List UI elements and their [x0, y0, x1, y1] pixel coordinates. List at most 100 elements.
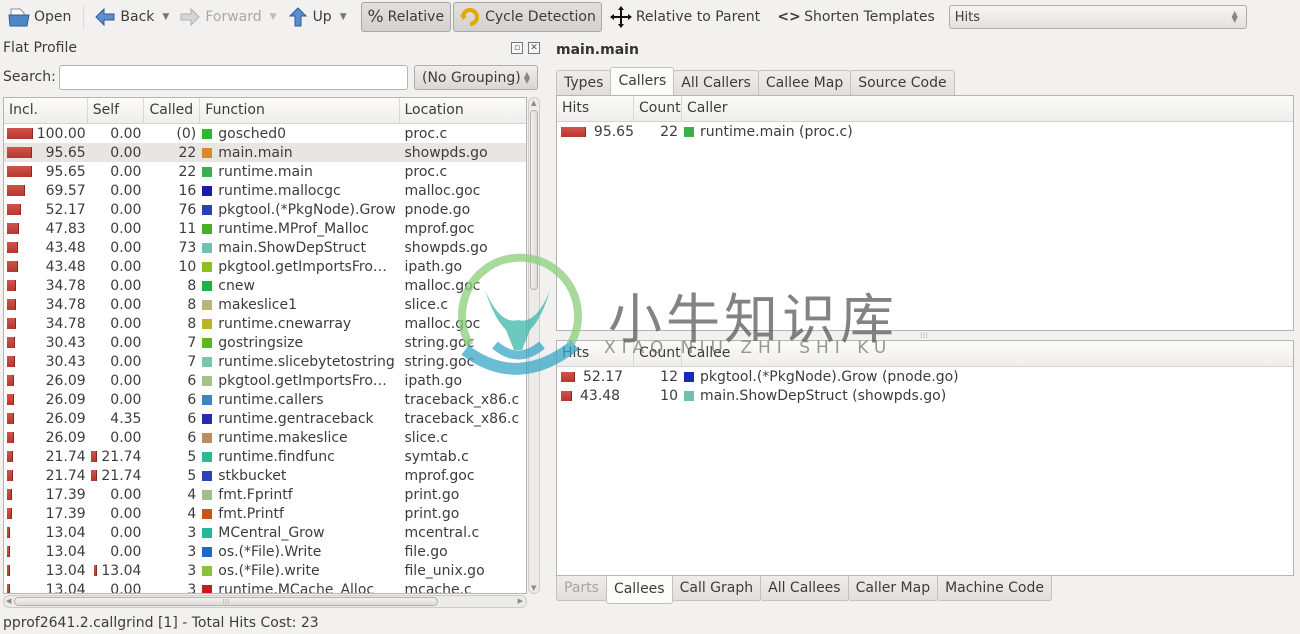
table-row[interactable]: 13.04 13.04 3 os.(*File).write file_unix.go — [4, 561, 526, 580]
column-header-called[interactable]: Called — [144, 98, 201, 123]
scroll-up-icon[interactable]: ▲ — [531, 99, 536, 107]
column-header-function[interactable]: Function — [200, 98, 400, 123]
event-type-select[interactable]: Hits ▲ ▼ — [948, 5, 1247, 29]
column-header-incl[interactable]: Incl. — [4, 98, 88, 123]
relative-to-parent-button[interactable]: Relative to Parent — [606, 3, 764, 31]
tab-all-callees[interactable]: All Callees — [760, 576, 849, 601]
table-row[interactable]: 17.39 0.00 4 fmt.Printf print.go — [4, 504, 526, 523]
self-value: 0.00 — [110, 296, 142, 313]
back-arrow-icon — [94, 6, 116, 28]
scrollbar-thumb[interactable]: ⁞⁞⁞ — [14, 597, 438, 606]
table-row[interactable]: 13.04 0.00 3 MCentral_Grow mcentral.c — [4, 523, 526, 542]
table-row[interactable]: 69.57 0.00 16 runtime.mallocgc malloc.goc — [4, 181, 526, 200]
incl-value: 13.04 — [45, 562, 86, 579]
called-value: 10 — [178, 258, 197, 275]
self-cost-bar — [91, 451, 98, 462]
incl-value: 69.57 — [45, 182, 86, 199]
table-row[interactable]: 43.48 0.00 10 pkgtool.getImportsFro… ipath.g… — [4, 257, 526, 276]
function-cell: stkbucket — [200, 468, 399, 484]
called-value: (0) — [176, 125, 197, 142]
splitter-handle[interactable]: ⁞⁞⁞ — [920, 331, 928, 340]
self-value: 0.00 — [110, 505, 142, 522]
table-row[interactable]: 30.43 0.00 7 gostringsize string.goc — [4, 333, 526, 352]
scroll-right-icon[interactable]: ▶ — [518, 597, 523, 605]
table-row[interactable]: 26.09 4.35 6 runtime.gentraceback traceback_… — [4, 409, 526, 428]
self-value: 0.00 — [110, 201, 142, 218]
relative-toggle[interactable]: % Relative — [360, 2, 452, 32]
table-row[interactable]: 47.83 0.00 11 runtime.MProf_Malloc mprof.goc — [4, 219, 526, 238]
float-dock-icon[interactable]: ▫ — [511, 42, 523, 54]
callee-row[interactable]: 52.17 12 pkgtool.(*PkgNode).Grow (pnode.go… — [557, 367, 1293, 386]
cost-bar — [561, 390, 572, 401]
self-cell: 0.00 — [88, 316, 145, 332]
table-row[interactable]: 17.39 0.00 4 fmt.Fprintf print.go — [4, 485, 526, 504]
back-history-dropdown[interactable]: ▼ — [162, 12, 169, 22]
forward-button[interactable]: Forward — [175, 3, 265, 31]
up-button[interactable]: Up — [283, 3, 336, 31]
column-header-self[interactable]: Self — [88, 98, 145, 123]
scrollbar-thumb[interactable] — [530, 110, 538, 290]
tab-types[interactable]: Types — [556, 70, 612, 95]
table-row[interactable]: 26.09 0.00 6 runtime.makeslice slice.c — [4, 428, 526, 447]
cycle-detection-toggle[interactable]: Cycle Detection — [453, 2, 602, 32]
table-row[interactable]: 26.09 0.00 6 runtime.callers traceback_x86.c — [4, 390, 526, 409]
search-input[interactable] — [59, 65, 408, 90]
incl-value: 34.78 — [45, 277, 86, 294]
column-header-count[interactable]: Count — [634, 341, 682, 366]
table-row[interactable]: 21.74 21.74 5 runtime.findfunc symtab.c — [4, 447, 526, 466]
table-row[interactable]: 34.78 0.00 8 cnew malloc.goc — [4, 276, 526, 295]
open-button[interactable]: Open — [4, 3, 75, 31]
table-row[interactable]: 95.65 0.00 22 main.main showpds.go — [4, 143, 526, 162]
table-row[interactable]: 100.00 0.00 (0) gosched0 proc.c — [4, 124, 526, 143]
column-header-hits[interactable]: Hits — [557, 341, 634, 366]
forward-history-dropdown[interactable]: ▼ — [270, 12, 277, 22]
back-button[interactable]: Back — [94, 3, 158, 31]
table-row[interactable]: 34.78 0.00 8 runtime.cnewarray malloc.goc — [4, 314, 526, 333]
function-name: fmt.Fprintf — [218, 486, 293, 503]
table-row[interactable]: 13.04 0.00 3 runtime.MCache_Alloc mcache.c — [4, 580, 526, 593]
cost-bar — [7, 128, 33, 139]
incl-cell: 17.39 — [4, 506, 88, 522]
tab-call-graph[interactable]: Call Graph — [671, 576, 762, 601]
table-row[interactable]: 30.43 0.00 7 runtime.slicebytetostring strin… — [4, 352, 526, 371]
table-row[interactable]: 21.74 21.74 5 stkbucket mprof.goc — [4, 466, 526, 485]
tab-callers[interactable]: Callers — [610, 67, 675, 95]
column-header-count[interactable]: Count — [634, 96, 682, 121]
tab-machine-code[interactable]: Machine Code — [937, 576, 1052, 601]
shorten-templates-button[interactable]: <> Shorten Templates — [774, 3, 939, 31]
function-color-swatch — [202, 280, 213, 291]
caller-row[interactable]: 95.65 22 runtime.main (proc.c) — [557, 122, 1293, 141]
function-name: os.(*File).Write — [218, 543, 322, 560]
vertical-scrollbar[interactable]: ▲ ▼ — [528, 97, 540, 594]
column-header-caller[interactable]: Caller — [682, 96, 1293, 121]
close-dock-icon[interactable]: ✕ — [528, 42, 540, 54]
scroll-down-icon[interactable]: ▼ — [531, 584, 536, 592]
tab-source-code[interactable]: Source Code — [850, 70, 955, 95]
table-row[interactable]: 95.65 0.00 22 runtime.main proc.c — [4, 162, 526, 181]
tab-callees[interactable]: Callees — [605, 576, 673, 604]
table-row[interactable]: 13.04 0.00 3 os.(*File).Write file.go — [4, 542, 526, 561]
function-color-swatch — [202, 508, 213, 519]
tab-caller-map[interactable]: Caller Map — [847, 576, 939, 601]
location-value: traceback_x86.c — [404, 391, 520, 408]
callee-row[interactable]: 43.48 10 main.ShowDepStruct (showpds.go) — [557, 386, 1293, 405]
column-header-location[interactable]: Location — [400, 98, 527, 123]
grouping-select[interactable]: (No Grouping) ▲ ▼ — [414, 65, 538, 90]
self-value: 0.00 — [110, 429, 142, 446]
table-row[interactable]: 26.09 0.00 6 pkgtool.getImportsFro… ipath.go — [4, 371, 526, 390]
scroll-left-icon[interactable]: ◀ — [6, 597, 11, 605]
column-header-hits[interactable]: Hits — [557, 96, 634, 121]
self-cell: 0.00 — [88, 297, 145, 313]
function-cell: pkgtool.(*PkgNode).Grow — [200, 202, 399, 218]
table-row[interactable]: 34.78 0.00 8 makeslice1 slice.c — [4, 295, 526, 314]
horizontal-scrollbar[interactable]: ◀ ⁞⁞⁞ ▶ — [3, 595, 527, 608]
table-row[interactable]: 52.17 0.00 76 pkgtool.(*PkgNode).Grow pnode.… — [4, 200, 526, 219]
called-value: 16 — [178, 182, 197, 199]
column-header-callee[interactable]: Callee — [682, 341, 1293, 366]
self-value: 0.00 — [110, 543, 142, 560]
tab-callee-map[interactable]: Callee Map — [757, 70, 852, 95]
table-row[interactable]: 43.48 0.00 73 main.ShowDepStruct showpds.go — [4, 238, 526, 257]
up-dropdown[interactable]: ▼ — [340, 12, 347, 22]
tab-all-callers[interactable]: All Callers — [673, 70, 759, 95]
bottom-tab-bar: Parts Callees Call Graph All Callees Caller … — [556, 576, 1052, 604]
